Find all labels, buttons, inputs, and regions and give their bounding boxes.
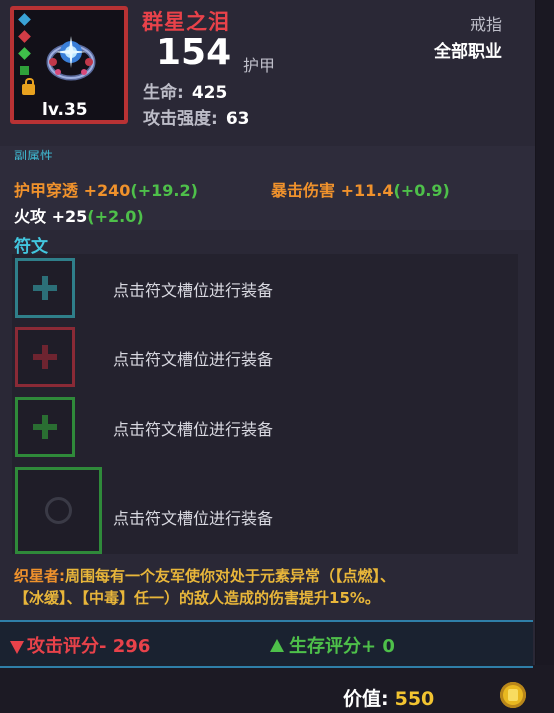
score-comparison-bar: 攻击评分- 296 生存评分+ 0 (0, 620, 533, 668)
attr-armor-penetration: 护甲穿透 +240(+19.2) (14, 177, 198, 201)
effect-text-line1: 周围每有一个友军使你对处于元素异常（【点燃】、 (65, 567, 396, 585)
slot-type: 戒指 (469, 15, 502, 34)
armor-label: 护甲 (243, 56, 276, 75)
attr-name: 暴击伤害 (271, 181, 336, 200)
attack-score: 攻击评分- 296 (10, 632, 150, 658)
item-tooltip-panel: lv.35 群星之泪 154 护甲 戒指 全部职业 生命: 425 攻击强度: 63… (0, 0, 537, 668)
attr-bonus: (+2.0) (87, 207, 144, 226)
rune-slot-1-hint[interactable]: 点击符文槽位进行装备 (113, 277, 273, 301)
rune-slot-2[interactable] (15, 327, 75, 387)
stat-attack: 攻击强度: 63 (143, 104, 249, 129)
sub-attribute-title: 副属性 (14, 150, 54, 160)
stat-attack-value: 63 (225, 109, 250, 129)
scrollbar[interactable] (536, 0, 554, 665)
attack-score-label: 攻击评分- (27, 636, 107, 657)
price-label: 价值: (343, 688, 389, 710)
circle-slot-icon (45, 497, 72, 524)
stat-hp: 生命: 425 (143, 78, 227, 103)
arrow-up-icon (270, 639, 284, 652)
class-requirement: 全部职业 (434, 42, 502, 62)
attr-value: +240 (83, 181, 131, 200)
survival-score: 生存评分+ 0 (270, 632, 395, 658)
stat-attack-label: 攻击强度: (143, 109, 218, 129)
attr-value: +11.4 (340, 181, 394, 200)
rune-slot-1[interactable] (15, 258, 75, 318)
item-level: lv.35 (42, 100, 88, 120)
rune-slot-4-hint[interactable]: 点击符文槽位进行装备 (113, 505, 273, 529)
rune-slot-2-hint[interactable]: 点击符文槽位进行装备 (113, 346, 273, 370)
rune-slot-4[interactable] (15, 467, 102, 554)
rune-slot-3-hint[interactable]: 点击符文槽位进行装备 (113, 416, 273, 440)
effect-text-line2: 【冰缓】、【中毒】任一）的敌人造成的伤害提升15%。 (14, 589, 380, 607)
special-effect: 织星者:周围每有一个友军使你对处于元素异常（【点燃】、 (14, 566, 395, 587)
attr-crit-damage: 暴击伤害 +11.4(+0.9) (271, 177, 450, 201)
green-socket-square-icon (20, 66, 29, 75)
survival-score-value: 0 (382, 636, 395, 657)
arrow-down-icon (10, 641, 24, 654)
attr-name: 护甲穿透 (14, 181, 79, 200)
red-socket-icon (18, 30, 31, 43)
gold-coin-icon (500, 682, 526, 708)
lock-icon[interactable] (22, 78, 35, 95)
attr-bonus: (+19.2) (130, 181, 198, 200)
attack-score-value: 296 (112, 636, 151, 657)
item-icon: lv.35 (14, 10, 124, 120)
special-effect-line2: 【冰缓】、【中毒】任一）的敌人造成的伤害提升15%。 (14, 588, 380, 609)
ring-icon (46, 36, 96, 81)
survival-score-label: 生存评分+ (289, 636, 377, 657)
green-socket-icon (18, 47, 31, 60)
attr-bonus: (+0.9) (393, 181, 450, 200)
armor-value: 154 (156, 32, 232, 73)
attr-name: 火攻 (14, 207, 47, 226)
attr-fire-attack: 火攻 +25(+2.0) (14, 203, 144, 227)
effect-name: 织星者: (14, 567, 65, 585)
stat-hp-value: 425 (191, 83, 228, 103)
price-value: 550 (394, 688, 435, 710)
item-price: 价值: 550 (343, 684, 434, 711)
attr-value: +25 (51, 207, 88, 226)
stat-hp-label: 生命: (143, 83, 184, 103)
rune-slot-3[interactable] (15, 397, 75, 457)
blue-socket-icon (18, 13, 31, 26)
item-icon-frame: lv.35 (10, 6, 128, 124)
